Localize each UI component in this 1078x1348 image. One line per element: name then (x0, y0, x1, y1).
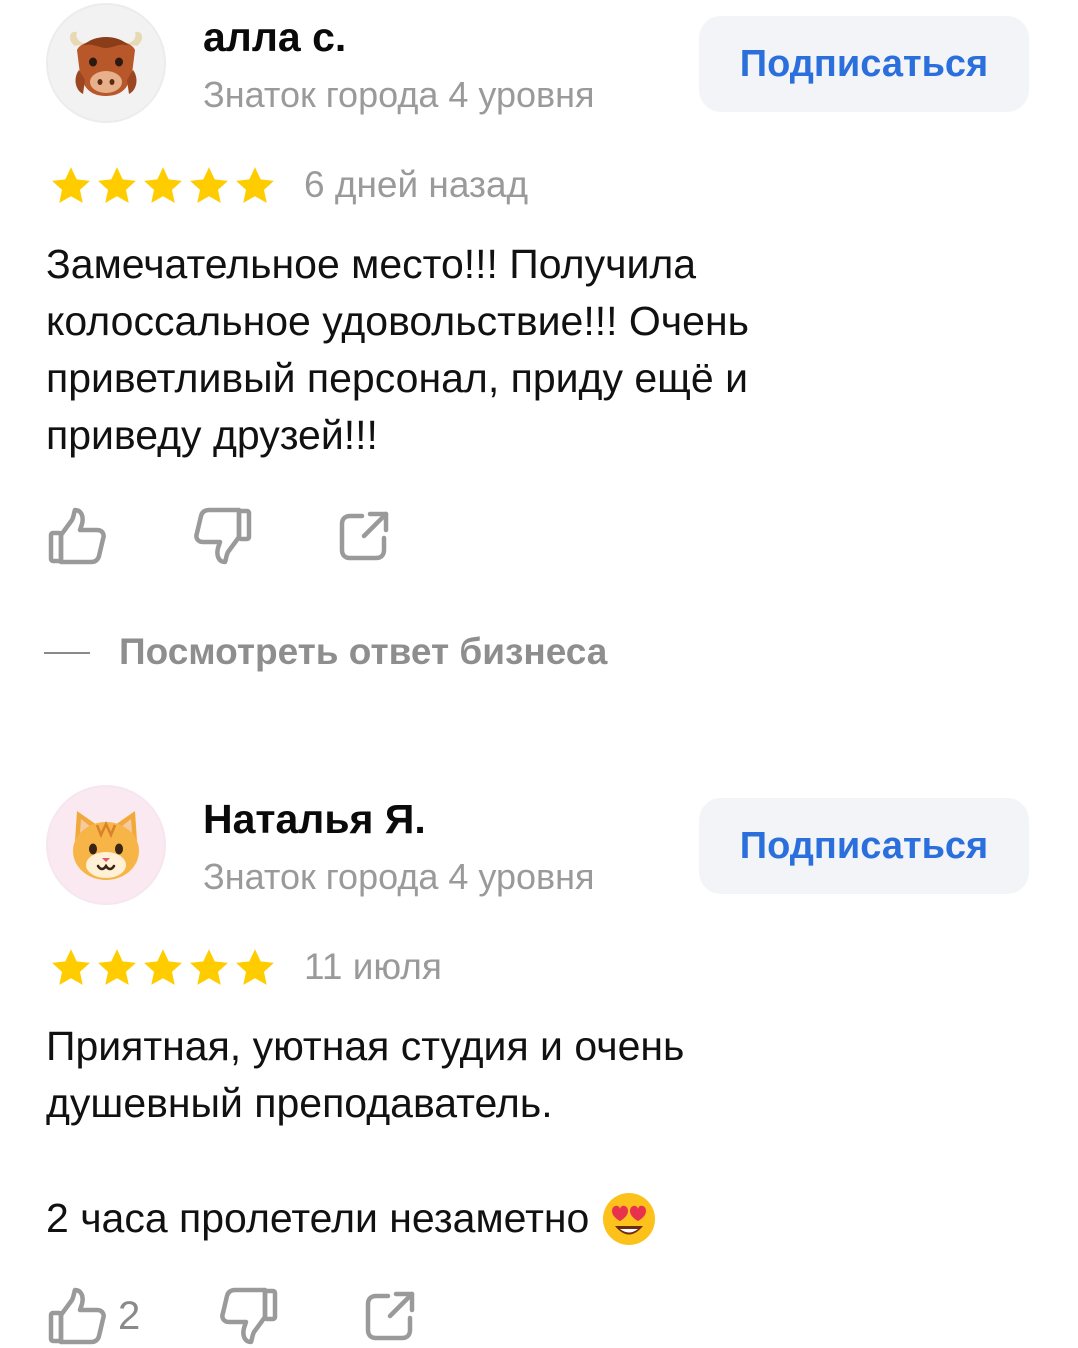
rating-stars (48, 946, 278, 990)
star-icon (98, 167, 136, 203)
like-button[interactable]: 2 (48, 1286, 140, 1346)
cat-emoji-icon (73, 811, 139, 880)
star-icon (236, 167, 274, 203)
subscribe-button[interactable]: Подписаться (699, 16, 1029, 112)
subscribe-button[interactable]: Подписаться (699, 798, 1029, 894)
heart-eyes-emoji-icon (603, 1192, 656, 1245)
review-text-line: 2 часа пролетели незаметно (46, 1190, 1006, 1247)
dislike-button[interactable] (218, 1286, 278, 1346)
author-level: Знаток города 4 уровня (203, 856, 595, 897)
star-icon (236, 949, 274, 985)
review-text: Замечательное место!!! Получила колоссал… (46, 241, 749, 458)
thumbs-up-icon (48, 507, 106, 565)
business-reply-link[interactable]: Посмотреть ответ бизнеса (119, 631, 607, 673)
share-icon (365, 1291, 415, 1341)
divider-line (44, 652, 90, 654)
star-icon (190, 167, 228, 203)
yak-emoji-icon (69, 31, 143, 96)
thumbs-down-icon (220, 1287, 278, 1345)
thumbs-down-icon (194, 507, 252, 565)
rating-stars (48, 164, 278, 208)
review-text-tail: 2 часа пролетели незаметно (46, 1195, 590, 1241)
author-name[interactable]: алла с. (203, 14, 346, 61)
dislike-button[interactable] (192, 506, 252, 566)
thumbs-up-icon (48, 1287, 106, 1345)
star-icon (52, 167, 90, 203)
star-icon (144, 949, 182, 985)
avatar[interactable] (46, 785, 166, 905)
star-icon (52, 949, 90, 985)
share-icon (339, 511, 389, 561)
review-date: 11 июля (304, 946, 442, 987)
author-name[interactable]: Наталья Я. (203, 796, 426, 843)
star-icon (190, 949, 228, 985)
share-button[interactable] (362, 1288, 418, 1344)
star-icon (98, 949, 136, 985)
share-button[interactable] (336, 508, 392, 564)
author-level: Знаток города 4 уровня (203, 74, 595, 115)
star-icon (144, 167, 182, 203)
like-button[interactable] (48, 506, 118, 566)
avatar[interactable] (46, 3, 166, 123)
review-text: Приятная, уютная студия и очень душевный… (46, 1023, 685, 1126)
like-count: 2 (118, 1293, 141, 1338)
review-date: 6 дней назад (304, 164, 529, 205)
